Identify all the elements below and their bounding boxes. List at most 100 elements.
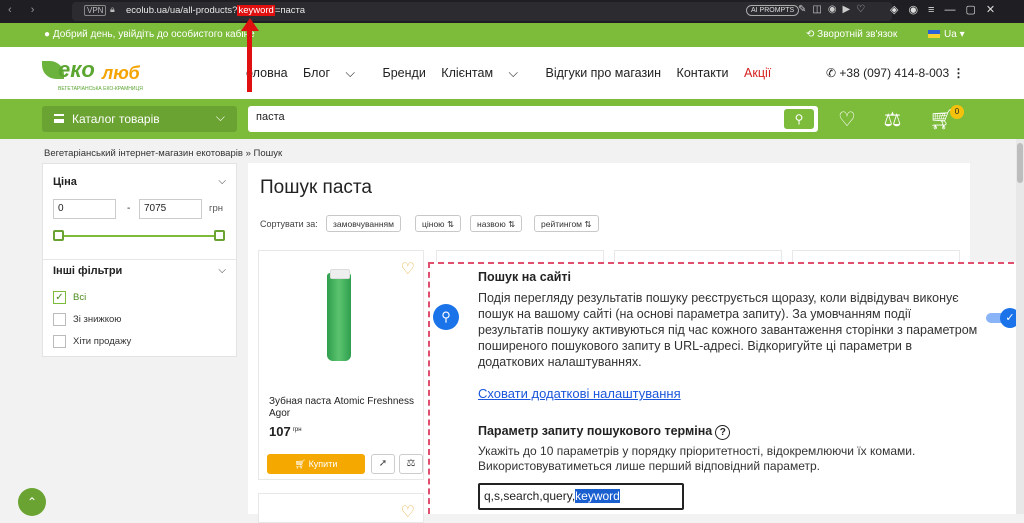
cart-count-badge: 0 — [950, 105, 964, 119]
menu-item-brands[interactable]: Бренди — [383, 66, 426, 80]
product-image[interactable] — [327, 269, 351, 361]
filter-discount-checkbox[interactable] — [53, 313, 66, 326]
chevron-down-icon[interactable]: ⌵ — [218, 265, 226, 276]
scrollbar-thumb[interactable] — [1017, 143, 1023, 183]
arrow-shaft — [247, 30, 252, 92]
product-name[interactable]: Зубная паста Atomic Freshness Agor — [269, 396, 419, 420]
sort-name[interactable]: назвою ⇅ — [470, 215, 523, 232]
product-card[interactable] — [436, 250, 604, 262]
more-vertical-icon[interactable]: ⋮ — [952, 66, 964, 80]
divider — [43, 259, 236, 260]
filter-bestsellers-label[interactable]: Хіти продажу — [73, 336, 131, 347]
filter-bestsellers-checkbox[interactable] — [53, 335, 66, 348]
help-icon[interactable]: ? — [715, 425, 731, 440]
compare-button[interactable]: ⚖ — [399, 454, 423, 474]
menu-item-reviews[interactable]: Відгуки про магазин — [546, 66, 662, 80]
price-slider-track[interactable] — [57, 235, 221, 237]
ukraine-flag-icon — [928, 30, 940, 38]
browser-nav-icons[interactable]: ‹ › — [8, 4, 42, 16]
breadcrumb-current: Пошук — [253, 148, 283, 159]
currency-label: грн — [209, 203, 223, 214]
search-input[interactable] — [256, 111, 776, 123]
sort-arrows-icon: ⇅ — [446, 219, 455, 229]
product-card[interactable] — [614, 250, 782, 262]
compare-scales-icon[interactable]: ⚖ — [884, 109, 902, 131]
query-parameter-heading: Параметр запиту пошукового терміна? — [478, 424, 731, 440]
min-price-input[interactable]: 0 — [53, 199, 116, 219]
lock-icon: 🔒︎ — [110, 4, 115, 14]
sort-arrows-icon: ⇅ — [584, 219, 592, 229]
chevron-down-icon: ⌵ — [215, 110, 225, 124]
phone-icon: ✆ — [826, 66, 840, 80]
filter-discount-label[interactable]: Зі знижкою — [73, 314, 121, 325]
sort-rating[interactable]: рейтингом ⇅ — [534, 215, 599, 232]
product-card[interactable]: ♡ — [258, 493, 424, 523]
wishlist-heart-icon[interactable]: ♡ — [401, 502, 415, 522]
menu-item-clients[interactable]: Клієнтам ⌵ — [441, 66, 530, 80]
filters-sidebar: Ціна ⌵ 0 - 7075 грн Інші фільтри ⌵ ✓ Всі… — [42, 163, 237, 357]
menu-item-contacts[interactable]: Контакти — [677, 66, 729, 80]
chevron-down-icon: ⌵ — [508, 66, 519, 80]
panel-description: Подія перегляду результатів пошуку реєст… — [478, 291, 978, 369]
search-button[interactable]: ⚲ — [784, 109, 814, 129]
hamburger-icon — [54, 114, 64, 123]
annotation-arrow — [241, 18, 259, 92]
selected-text: keyword — [575, 489, 620, 503]
max-price-input[interactable]: 7075 — [139, 199, 202, 219]
url-text[interactable]: ecolub.ua/ua/all-products?keyword=паста — [126, 5, 305, 16]
chevron-down-icon: ▾ — [959, 29, 965, 40]
search-section: Каталог товарів ⌵ ⚲ ♡ ⚖ 🛒︎ 0 — [0, 99, 1024, 139]
price-slider-min-handle[interactable] — [53, 230, 64, 241]
product-price: 107 грн — [269, 424, 302, 439]
language-selector[interactable]: Ua ▾ — [928, 29, 965, 40]
chevron-up-icon: ⌃ — [26, 495, 38, 509]
price-filter-heading[interactable]: Ціна — [53, 176, 77, 188]
browser-toolbar: ‹ › VPN 🔒︎ ecolub.ua/ua/all-products?key… — [0, 0, 1024, 23]
menu-item-promotions[interactable]: Акції — [744, 66, 771, 80]
wishlist-heart-icon[interactable]: ♡ — [401, 259, 415, 279]
sort-price[interactable]: ціною ⇅ — [415, 215, 462, 232]
user-icon: ● — [44, 29, 53, 40]
quick-order-button[interactable]: ➚ — [371, 454, 395, 474]
search-box: ⚲ — [248, 106, 818, 132]
top-info-bar: ● Добрий день, увійдіть до особистого ка… — [0, 23, 1024, 47]
browser-menu-icons[interactable]: ◈◉≡—▢✕ — [890, 3, 1005, 16]
sort-arrows-icon: ⇅ — [508, 219, 516, 229]
catalog-button[interactable]: Каталог товарів ⌵ — [42, 106, 237, 132]
header-action-icons: ♡ ⚖ 🛒︎ 0 — [838, 105, 976, 132]
sort-default[interactable]: замовчуванням — [326, 215, 401, 232]
buy-button[interactable]: 🛒︎ Купити — [267, 454, 365, 474]
ai-prompts-button[interactable]: AI PROMPTS — [746, 5, 800, 16]
product-card[interactable]: ♡ Зубная паста Atomic Freshness Agor 107… — [258, 250, 424, 480]
vpn-badge[interactable]: VPN — [84, 5, 107, 16]
scroll-to-top-button[interactable]: ⌃ — [18, 488, 46, 516]
breadcrumb: Вегетаріанський інтернет-магазин екотова… — [44, 148, 283, 159]
page-scrollbar[interactable] — [1016, 139, 1024, 514]
query-parameter-input[interactable]: q,s,search,query,keyword — [478, 483, 684, 510]
login-greeting[interactable]: ● Добрий день, увійдіть до особистого ка… — [44, 29, 255, 40]
chevron-down-icon: ⌵ — [345, 66, 356, 80]
site-logo[interactable]: еко люб ВЕГЕТАРІАНСЬКА ЕКО-КРАМНИЦЯ — [40, 55, 160, 95]
search-icon: ⚲ — [433, 304, 459, 330]
cart-icon: 🛒︎ — [294, 459, 309, 469]
wishlist-heart-icon[interactable]: ♡ — [838, 109, 856, 131]
phone-number[interactable]: ✆ +38 (097) 414-8-003 ⋮ — [826, 66, 964, 80]
hide-advanced-settings-link[interactable]: Сховати додаткові налаштування — [478, 386, 681, 401]
query-parameter-hint: Укажіть до 10 параметрів у порядку пріор… — [478, 444, 916, 473]
main-menu: оловна Блог ⌵ Бренди Клієнтам ⌵ Відгуки … — [246, 66, 783, 81]
feedback-link[interactable]: ⟲ Зворотній зв'язок — [806, 29, 897, 40]
price-slider-max-handle[interactable] — [214, 230, 225, 241]
site-header: еко люб ВЕГЕТАРІАНСЬКА ЕКО-КРАМНИЦЯ олов… — [0, 47, 1024, 99]
filter-all-label[interactable]: Всі — [73, 292, 86, 303]
panel-title: Пошук на сайті — [478, 270, 572, 284]
url-keyword-highlight: keyword — [237, 5, 275, 16]
product-card[interactable] — [792, 250, 960, 262]
browser-extension-icons[interactable]: ✎◫◉▶♡ — [798, 4, 871, 15]
filter-all-checkbox[interactable]: ✓ — [53, 291, 66, 304]
site-search-settings-panel: ⚲ Пошук на сайті Подія перегляду результ… — [428, 262, 1024, 514]
chevron-down-icon[interactable]: ⌵ — [218, 176, 226, 187]
page-title: Пошук паста — [260, 177, 372, 198]
other-filters-heading[interactable]: Інші фільтри — [53, 265, 122, 277]
breadcrumb-home[interactable]: Вегетаріанський інтернет-магазин екотова… — [44, 148, 243, 159]
menu-item-blog[interactable]: Блог ⌵ — [303, 66, 367, 80]
